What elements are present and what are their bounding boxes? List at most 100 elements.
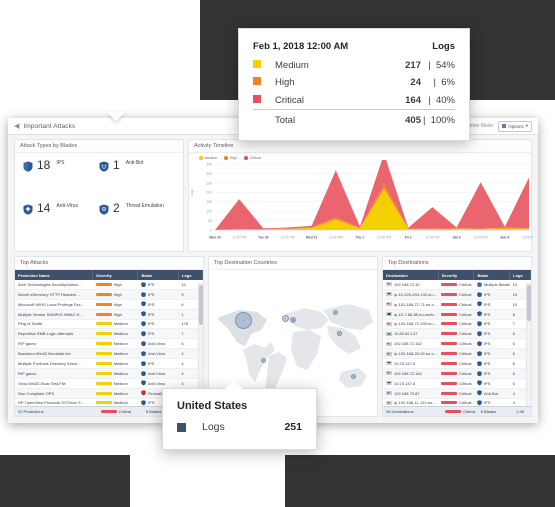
tooltip-total-pct: | 100% [421,108,455,129]
table-row[interactable]: Microsoft WINS Local Privilege Esc... Hig… [15,299,203,310]
panel-title: Top Destination Countries [214,260,277,266]
shield-icon [141,281,146,288]
cell-severity: Medium [92,319,138,330]
severity-bar [441,371,458,375]
shield-icon [141,321,146,327]
cell-blade: IPS [137,358,179,369]
shield-icon [477,281,482,288]
table-row[interactable]: 192.168.72.162 Critical IPS 6 [383,338,531,350]
table-row[interactable]: Ping of Death Medium IPS 178 [15,319,203,330]
column-header-blade[interactable]: Blade [137,270,179,280]
map-bubble-europe-central[interactable] [290,317,296,323]
table-row[interactable]: 10.82.82.147 Critical IPS 6 [383,328,531,340]
column-header-severity[interactable]: Severity [92,270,139,280]
column-header-destination[interactable]: Destination [383,270,439,280]
svg-text:350: 350 [206,162,212,166]
tooltip-row-pct: | 54% [421,57,455,74]
scrollbar-thumb[interactable] [199,285,203,325]
tooltip-pointer-arrow-up [225,381,243,389]
blade-stat-ips[interactable]: 18 IPS [23,159,99,202]
table-row[interactable]: ip-192-168-72-71.eu-c... Critical IPS 10 [383,299,531,310]
column-header-severity[interactable]: Severity [438,270,475,280]
cell-severity: Critical [438,368,474,379]
shield-icon [477,311,482,317]
map-bubble-south-america[interactable] [261,358,266,363]
tooltip-row-label: Medium [275,60,309,72]
pct-value: 6% [441,77,455,89]
table-row[interactable]: Virus.Win32.Eicar.Test-File Medium Anti-Vi… [15,378,203,389]
pct-value: 40% [435,94,455,106]
footer-count: 96 Destinations [386,409,414,414]
back-arrow-icon[interactable]: ◀ [14,122,19,130]
scrollbar-thumb[interactable] [527,285,531,321]
cell-protection-name: Non Compliant OPS [15,388,93,399]
table-row[interactable]: Repetitive SMB Login Attempts Medium IPS 7 [15,328,203,340]
table-row[interactable]: 10.23.147.5 Critical IPS 6 [383,358,531,369]
table-row[interactable]: 10.23.147.5 Critical IPS 6 [383,378,531,389]
cell-blade: IPS [473,338,510,350]
tooltip-row-pct: | 40% [421,91,455,109]
severity-bar [95,302,112,306]
table-row[interactable]: Multiple Vendor SNMPv3 HMAC H... High IPS 1 [15,309,203,320]
pipe-separator: | [428,94,431,106]
table-row[interactable]: 192.168.72.162 Critical IPS 6 [383,368,531,379]
map-bubble-europe-west[interactable] [282,315,289,322]
table-row[interactable]: RIP gacvo Medium Anti-Virus 6 [15,338,203,350]
map-bubble-australia[interactable] [351,374,356,379]
table-row[interactable]: 192.168.72.87 Critical Anti-Bot 4 [383,388,531,399]
tooltip-swatch-cell [253,74,275,91]
map-bubble-united-states[interactable] [235,312,252,329]
severity-bar [441,312,458,316]
flag-icon-us [386,302,392,307]
table-row[interactable]: 192.168.72.40 Critical Multiple Blades 10 [383,280,531,290]
table-row[interactable]: Multiple Products Directory Serve... Medi… [15,358,203,369]
shield-icon [141,291,146,297]
tooltip-row-total: Total 405 | 100% [253,108,455,129]
cell-destination: ip-10-7-88-85.eu-centr... [383,309,439,320]
options-button[interactable]: Options ▾ [498,120,532,132]
table-row[interactable]: Backdoor.Win32.Bredolab.fsn Medium Anti-Vi… [15,348,203,359]
cell-blade: IPS [137,319,179,330]
blade-stat-threat-emulation[interactable]: 2 Threat Emulation [99,202,175,245]
cell-protection-name: Virus.Win32.Eicar.Test-File [15,378,93,389]
table-row[interactable]: ip-192-168-72-190.eu-... Critical IPS 7 [383,319,531,330]
blade-stat-anti-bot[interactable]: 1 Anti-Bot [99,159,175,202]
tooltip-row-pct: | 6% [421,74,455,91]
cell-destination: ip-192-168-72-190.eu-... [383,319,439,330]
pct-value: 54% [435,60,455,72]
shield-icon [141,301,146,307]
flag-icon-us [386,371,392,376]
column-header-protection-name[interactable]: Protection Name [15,270,94,280]
cell-protection-name: Multiple Vendor SNMPv3 HMAC H... [15,309,93,320]
background-block-bottom-left [0,455,130,507]
cell-severity: Critical [438,378,474,389]
cell-blade: Anti-Virus [137,338,179,350]
shield-icon [477,351,482,357]
svg-text:12:00 PM: 12:00 PM [329,236,343,240]
svg-text:12:00 PM: 12:00 PM [425,236,439,240]
cell-blade: Anti-Virus [137,378,179,389]
tooltip-row-high: High 24 | 6% [253,74,455,91]
cell-blade: IPS [137,299,179,310]
severity-bar [441,401,458,405]
map-bubble-russia[interactable] [333,310,338,315]
shield-icon [141,390,146,396]
table-row[interactable]: RIP gacvo Medium Anti-Virus 4 [15,368,203,379]
tooltip-logs-header: Logs [432,41,455,53]
table-row[interactable]: Arch Technologies SecurityGatew... High IP… [15,280,203,290]
table-row[interactable]: ip-10-229-249-132.eu-... Critical IPS 10 [383,289,531,300]
activity-timeline-chart[interactable]: Logs 0 50 100 150 200 250 300 350 Mon 29 12:00 PM… [189,153,536,242]
svg-text:Sun 4: Sun 4 [500,236,509,240]
column-header-logs[interactable]: Logs [178,270,203,280]
table-row[interactable]: ip-10-7-88-85.eu-centr... Critical IPS 8 [383,309,531,320]
column-header-blade[interactable]: Blade [473,270,511,280]
top-destinations-scrollbar[interactable] [526,283,531,407]
table-row[interactable]: ip-192-168-20-92.eu-c... Critical IPS 6 [383,348,531,359]
blade-stat-anti-virus[interactable]: 14 Anti-Virus [23,202,99,245]
shield-icon [477,380,482,386]
top-destinations-scroll-area[interactable]: Destination Severity Blade Logs 192.168.… [383,270,531,416]
table-row[interactable]: Novell eDirectory HTTP Headers ... High IP… [15,289,203,300]
shield-icon [477,291,482,297]
map-bubble-asia[interactable] [337,331,342,336]
column-header-logs[interactable]: Logs [509,270,531,280]
